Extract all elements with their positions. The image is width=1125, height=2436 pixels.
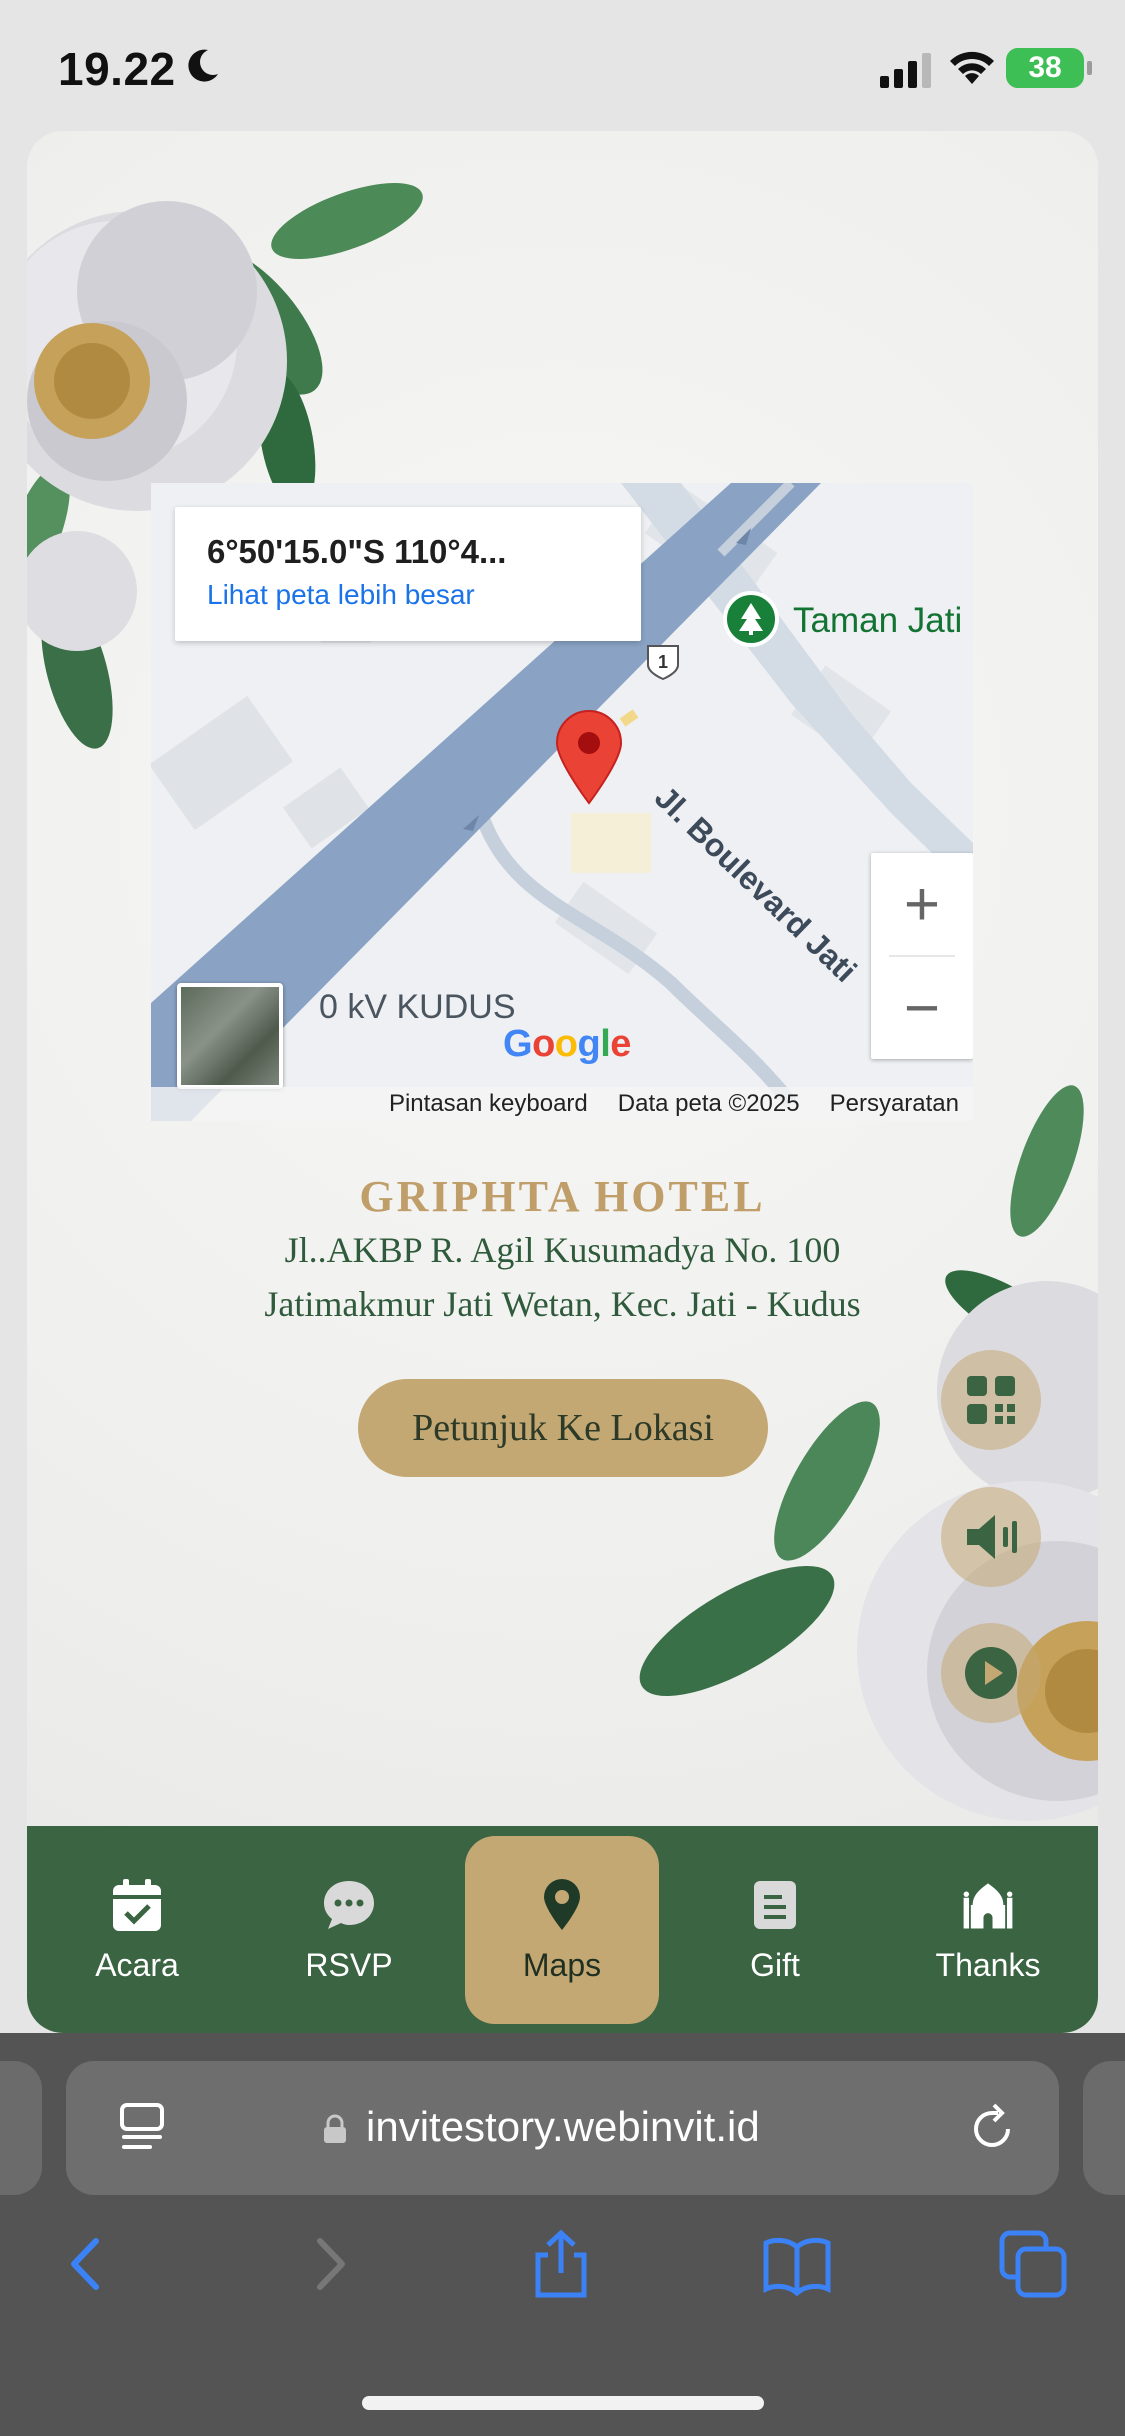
map-info-card: 6°50'15.0"S 110°4... Lihat peta lebih be… (175, 507, 641, 641)
nav-label-gift: Gift (750, 1946, 800, 1983)
nav-label-maps: Maps (522, 1946, 602, 1983)
bottom-nav: Acara RSVP Maps Gift Thanks (27, 1826, 1098, 2033)
zoom-controls: + − (871, 853, 973, 1059)
battery-level: 38 (1028, 51, 1062, 84)
terms-link[interactable]: Persyaratan (830, 1090, 959, 1118)
status-time: 19.22 (58, 43, 176, 95)
back-arrow-icon[interactable] (52, 2229, 122, 2299)
nav-item-gift[interactable]: Gift (678, 1836, 872, 2024)
forward-arrow-icon[interactable] (294, 2229, 364, 2299)
map-data-attribution: Data peta ©2025 (617, 1090, 800, 1117)
kv-kudus-label[interactable]: 0 kV KUDUS (319, 988, 516, 1027)
nav-label-acara: Acara (95, 1946, 179, 1983)
map-pin-marker-icon[interactable] (555, 709, 623, 805)
map-footer: Pintasan keyboard Data peta ©2025 Persya… (151, 1087, 973, 1121)
satellite-toggle-button[interactable] (177, 983, 283, 1089)
qr-code-button[interactable] (941, 1350, 1041, 1450)
play-button[interactable] (941, 1623, 1041, 1723)
url-text: invitestory.webinvit.id (366, 2103, 760, 2150)
map-coordinates: 6°50'15.0"S 110°4... (207, 533, 507, 570)
nav-label-thanks: Thanks (935, 1946, 1041, 1983)
next-tab-peek[interactable] (1083, 2061, 1125, 2195)
zoom-in-button[interactable]: + (871, 853, 973, 955)
gift-card-icon (747, 1877, 803, 1933)
tabs-icon[interactable] (998, 2229, 1068, 2299)
play-icon (965, 1647, 1017, 1699)
qr-code-icon (967, 1376, 1015, 1424)
page-menu-icon[interactable] (116, 2101, 170, 2157)
chat-bubble-icon (321, 1877, 377, 1933)
share-icon[interactable] (526, 2229, 596, 2299)
signal-icon (880, 53, 931, 88)
keyboard-shortcuts-link[interactable]: Pintasan keyboard (389, 1090, 588, 1118)
google-logo: Google (503, 1023, 631, 1065)
park-tree-icon[interactable] (723, 591, 779, 647)
venue-address-line1: Jl..AKBP R. Agil Kusumadya No. 100 (284, 1230, 841, 1270)
moon-icon (188, 49, 218, 82)
route-shield-icon: 1 (647, 645, 679, 681)
address-bar[interactable]: invitestory.webinvit.id (66, 2061, 1059, 2195)
map-embed[interactable]: 6°50'15.0"S 110°4... Lihat peta lebih be… (151, 483, 973, 1121)
lock-icon (324, 2114, 346, 2143)
nav-item-maps[interactable]: Maps (465, 1836, 659, 2024)
svg-text:1: 1 (658, 652, 668, 672)
battery-indicator: 38 (1006, 48, 1092, 88)
bookmarks-book-icon[interactable] (762, 2229, 832, 2299)
calendar-check-icon (109, 1877, 165, 1933)
previous-tab-peek[interactable] (0, 2061, 42, 2195)
zoom-out-button[interactable]: − (871, 957, 973, 1059)
status-bar: 19.22 38 (0, 0, 1125, 132)
wifi-icon (950, 51, 994, 84)
nav-item-rsvp[interactable]: RSVP (252, 1836, 446, 2024)
map-pin-icon (534, 1877, 590, 1933)
home-indicator[interactable] (362, 2396, 764, 2410)
browser-toolbar: invitestory.webinvit.id (0, 2033, 1125, 2436)
larger-map-link[interactable]: Lihat peta lebih besar (207, 579, 609, 611)
venue-name: GRIPHTA HOTEL (359, 1172, 766, 1221)
reload-icon[interactable] (964, 2101, 1020, 2157)
mosque-icon (960, 1877, 1016, 1933)
screen: 19.22 38 6°50'15.0"S 110°4... Lihat peta… (0, 0, 1125, 2436)
speaker-icon (967, 1515, 1017, 1559)
venue-address-line2: Jatimakmur Jati Wetan, Kec. Jati - Kudus (264, 1284, 861, 1324)
directions-button[interactable]: Petunjuk Ke Lokasi (358, 1379, 768, 1477)
invitation-card: 6°50'15.0"S 110°4... Lihat peta lebih be… (27, 131, 1098, 2033)
nav-label-rsvp: RSVP (305, 1946, 393, 1983)
nav-item-thanks[interactable]: Thanks (891, 1836, 1085, 2024)
nav-item-acara[interactable]: Acara (40, 1836, 234, 2024)
sound-toggle-button[interactable] (941, 1487, 1041, 1587)
park-label[interactable]: Taman Jati In (793, 601, 973, 641)
